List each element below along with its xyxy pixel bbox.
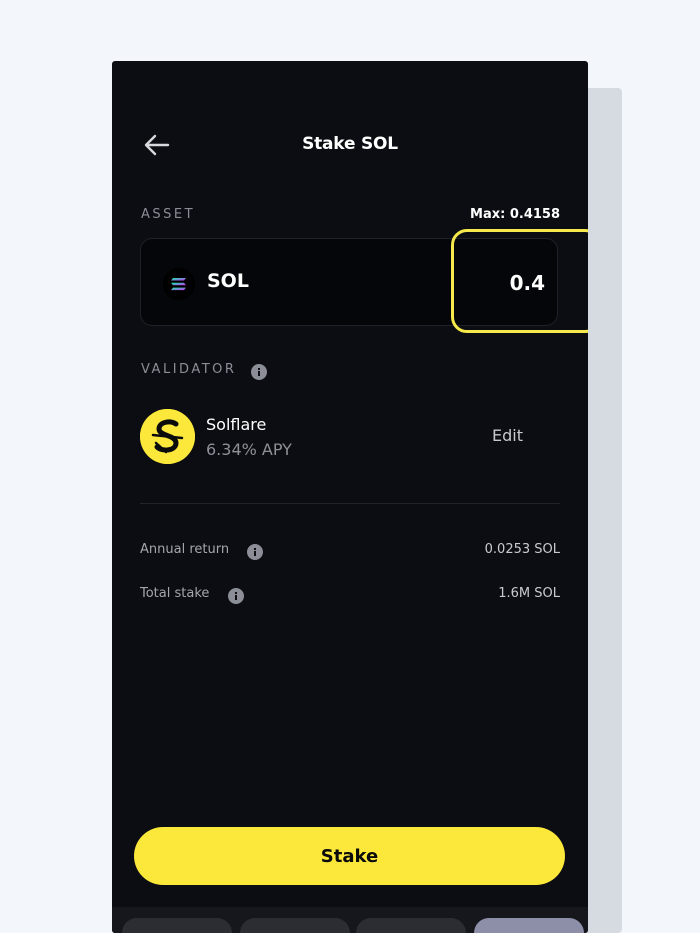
solana-logo-icon	[163, 268, 195, 300]
validator-name: Solflare	[206, 415, 267, 434]
bottom-nav	[112, 907, 588, 933]
total-stake-value: 1.6M SOL	[498, 586, 560, 601]
amount-highlight-outline	[451, 229, 588, 333]
asset-section-label: ASSET	[141, 207, 196, 222]
info-icon[interactable]	[247, 541, 263, 560]
max-amount-button[interactable]: Max: 0.4158	[470, 207, 560, 222]
info-icon[interactable]	[228, 585, 244, 604]
nav-tab-active[interactable]	[474, 918, 584, 933]
nav-tab[interactable]	[356, 918, 466, 933]
token-symbol: SOL	[207, 270, 249, 292]
nav-tab[interactable]	[240, 918, 350, 933]
solflare-logo-icon	[140, 409, 195, 464]
info-icon[interactable]	[251, 361, 267, 380]
page-title: Stake SOL	[302, 134, 398, 154]
edit-validator-button[interactable]: Edit	[492, 426, 523, 445]
validator-section-label: VALIDATOR	[141, 362, 237, 377]
validator-apy: 6.34% APY	[206, 440, 292, 459]
annual-return-label: Annual return	[140, 542, 230, 557]
divider	[140, 503, 560, 504]
annual-return-value: 0.0253 SOL	[484, 542, 560, 557]
total-stake-label: Total stake	[140, 586, 210, 601]
stake-button[interactable]: Stake	[134, 827, 565, 885]
phone-screen: Stake SOL ASSET Max: 0.4158 SOL VALIDATO…	[112, 61, 588, 933]
nav-tab[interactable]	[122, 918, 232, 933]
